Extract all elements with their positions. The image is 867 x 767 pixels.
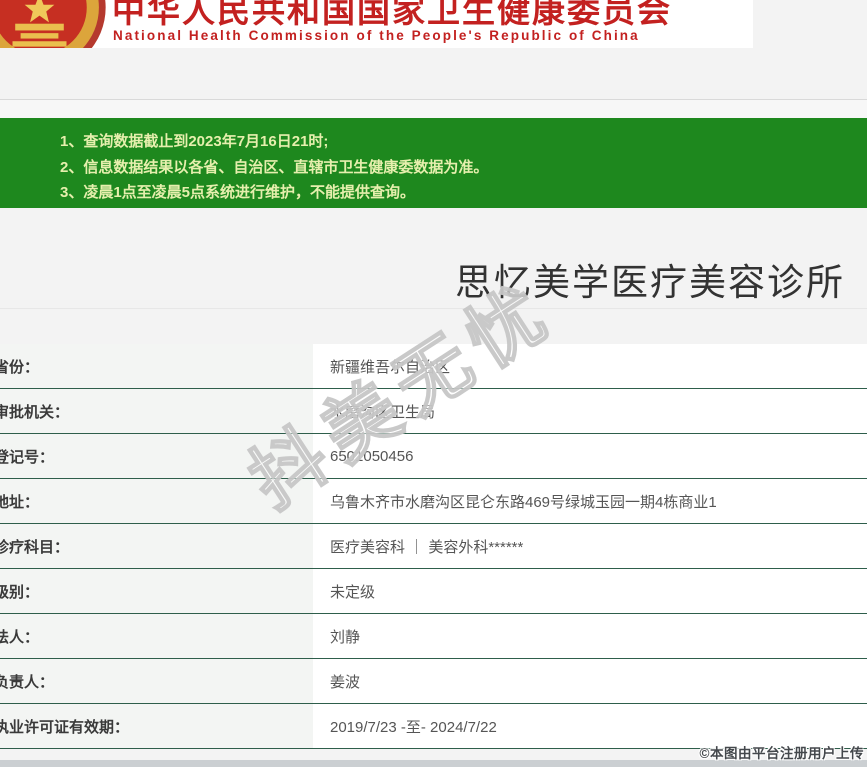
row-label: 审批机关： [0, 389, 313, 433]
table-row-approval-authority: 审批机关： 水磨沟区卫生局 [0, 389, 867, 434]
row-value: 水磨沟区卫生局 [313, 389, 867, 433]
notice-line-3: 3、凌晨1点至凌晨5点系统进行维护，不能提供查询。 [60, 180, 847, 206]
page: 中华人民共和国国家卫生健康委员会 National Health Commiss… [0, 0, 867, 767]
table-row-treatment-subjects: 诊疗科目： 医疗美容科 ｜ 美容外科****** [0, 524, 867, 569]
row-label: 诊疗科目： [0, 524, 313, 568]
row-label: 法人： [0, 614, 313, 658]
header-substrip [0, 100, 867, 118]
table-row-legal-person: 法人： 刘静 [0, 614, 867, 659]
row-label: 执业许可证有效期： [0, 704, 313, 748]
row-value: 乌鲁木齐市水磨沟区昆仑东路469号绿城玉园一期4栋商业1 [313, 479, 867, 523]
row-value: 刘静 [313, 614, 867, 658]
copyright-watermark: ©本图由平台注册用户上传 [700, 742, 864, 762]
row-label: 级别： [0, 569, 313, 613]
notice-box: 1、查询数据截止到2023年7月16日21时; 2、信息数据结果以各省、自治区、… [0, 118, 867, 208]
notice-line-1: 1、查询数据截止到2023年7月16日21时; [60, 129, 847, 155]
table-row-province: 省份： 新疆维吾尔自治区 [0, 344, 867, 389]
table-row-address: 地址： 乌鲁木齐市水磨沟区昆仑东路469号绿城玉园一期4栋商业1 [0, 479, 867, 524]
prc-national-emblem-icon [0, 0, 107, 48]
table-row-level: 级别： 未定级 [0, 569, 867, 614]
row-label: 地址： [0, 479, 313, 523]
notice-line-2: 2、信息数据结果以各省、自治区、直辖市卫生健康委数据为准。 [60, 155, 847, 181]
row-label: 登记号： [0, 434, 313, 478]
row-label: 省份： [0, 344, 313, 388]
institution-details-table: 省份： 新疆维吾尔自治区 审批机关： 水磨沟区卫生局 登记号： 65010504… [0, 344, 867, 749]
row-value: 未定级 [313, 569, 867, 613]
table-row-registration-number: 登记号： 6501050456 [0, 434, 867, 479]
row-value: 医疗美容科 ｜ 美容外科****** [313, 524, 867, 568]
table-row-person-in-charge: 负责人： 姜波 [0, 659, 867, 704]
row-value: 姜波 [313, 659, 867, 703]
section-divider [0, 308, 867, 309]
row-label: 负责人： [0, 659, 313, 703]
institution-name-title: 思忆美学医疗美容诊所 [430, 252, 867, 306]
site-header[interactable]: 中华人民共和国国家卫生健康委员会 National Health Commiss… [0, 0, 753, 48]
row-value: 6501050456 [313, 434, 867, 478]
header-title-en: National Health Commission of the People… [113, 28, 640, 43]
row-value: 新疆维吾尔自治区 [313, 344, 867, 388]
